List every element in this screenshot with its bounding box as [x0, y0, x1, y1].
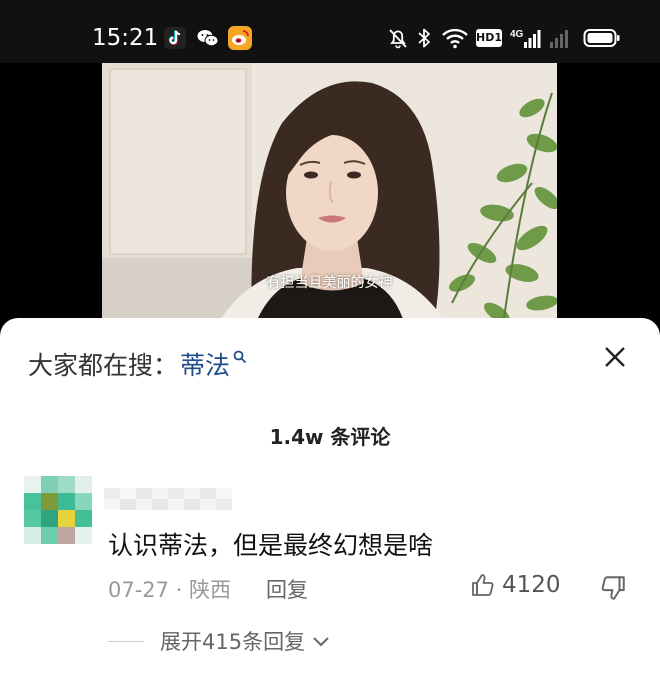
close-icon[interactable]: [602, 344, 628, 370]
expand-replies-label: 展开415条回复: [160, 630, 306, 654]
status-time: 15:21: [92, 25, 159, 51]
expand-replies-button[interactable]: 展开415条回复: [108, 626, 331, 656]
svg-text:4G: 4G: [510, 29, 524, 40]
avatar[interactable]: [24, 476, 92, 544]
tiktok-icon: [164, 27, 186, 49]
weibo-icon: [228, 26, 252, 50]
like-button[interactable]: 4120: [470, 572, 561, 598]
video-subtitle: 有担当且美丽的女神: [266, 275, 393, 291]
status-bar: 15:21 HD1 4G: [0, 0, 660, 63]
comment-text[interactable]: 认识蒂法，但是最终幻想是啥: [108, 526, 433, 562]
bluetooth-icon: [418, 28, 430, 48]
username-redacted[interactable]: [104, 488, 232, 510]
expand-divider: [108, 640, 144, 642]
mute-bell-icon: [389, 29, 407, 49]
hd-icon: HD1: [476, 29, 502, 47]
signal-icon: [550, 30, 568, 48]
hot-search-term[interactable]: 蒂法: [180, 346, 230, 382]
signal-4g-icon: 4G: [510, 29, 541, 48]
reply-button[interactable]: 回复: [266, 574, 308, 604]
comments-count-title: 1.4w 条评论: [269, 425, 391, 449]
video-frame-image: [102, 63, 557, 333]
comments-sheet: 大家都在搜： 蒂法 1.4w 条评论 认识蒂法，但是最终幻想是啥 07-27 ·…: [0, 318, 660, 678]
comment-meta: 07-27 · 陕西: [108, 578, 232, 602]
hot-search-suggestion[interactable]: 大家都在搜： 蒂法: [28, 344, 247, 384]
chevron-down-icon: [313, 637, 329, 647]
like-count: 4120: [502, 572, 561, 598]
hot-search-label: 大家都在搜：: [28, 351, 179, 380]
search-icon: [233, 350, 247, 364]
wifi-icon: [442, 28, 468, 49]
battery-icon: [583, 29, 620, 47]
video-player[interactable]: 有担当且美丽的女神: [102, 63, 557, 333]
thumbs-up-icon: [472, 574, 494, 596]
wechat-icon: [197, 30, 219, 47]
thumbs-down-icon[interactable]: [599, 574, 627, 602]
